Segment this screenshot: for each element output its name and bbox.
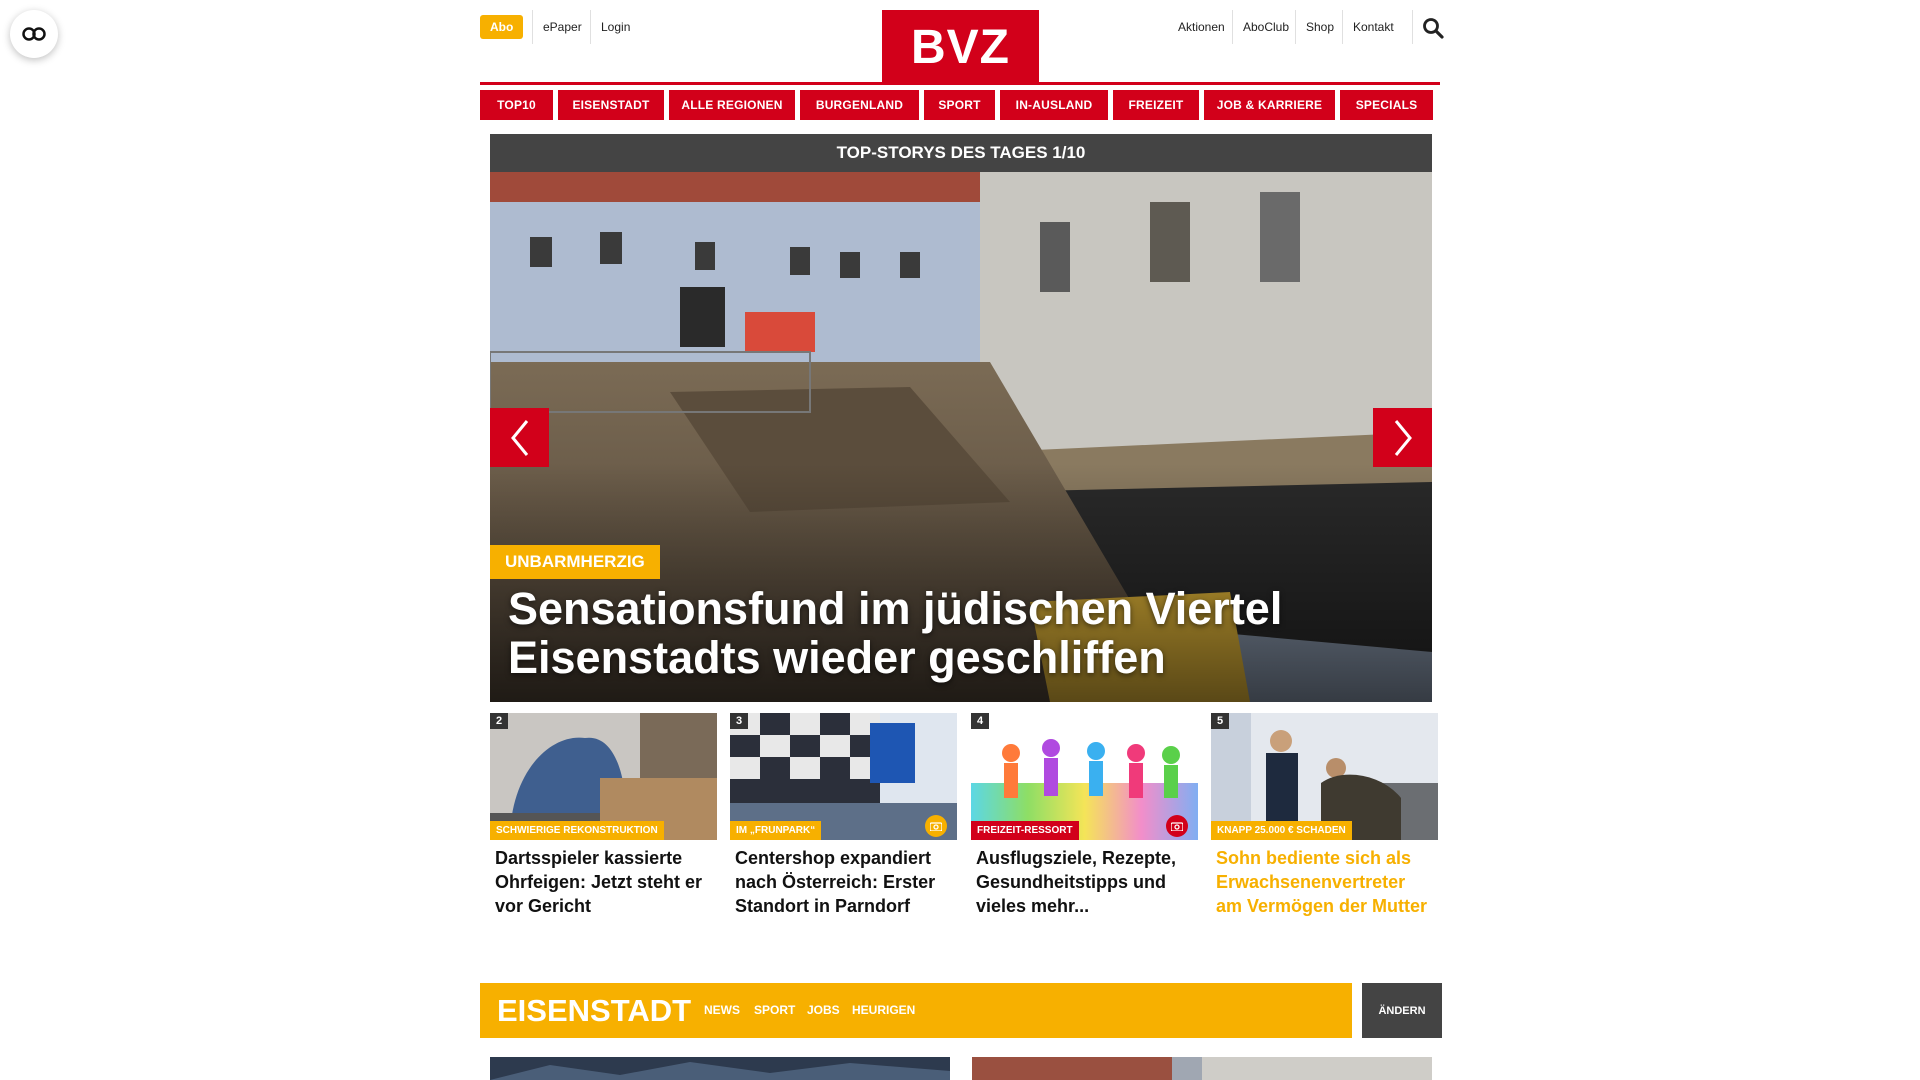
slider-next-button[interactable]	[1373, 408, 1432, 467]
nav-item-eisenstadt[interactable]: EISENSTADT	[558, 90, 664, 120]
story-card[interactable]: 5 KNAPP 25.000 € SCHADEN Sohn bediente s…	[1211, 713, 1438, 918]
change-region-button[interactable]: ÄNDERN	[1362, 983, 1442, 1038]
hero-headline-line1: Sensationsfund im jüdischen Viertel	[508, 583, 1283, 634]
chevron-left-icon	[510, 419, 528, 456]
chevron-right-icon	[1394, 419, 1412, 456]
section-bar: EISENSTADT NEWS SPORT JOBS HEURIGEN	[480, 983, 1352, 1038]
teaser-image[interactable]	[972, 1057, 1432, 1080]
slider-prev-button[interactable]	[490, 408, 549, 467]
story-cards: 2 SCHWIERIGE REKONSTRUKTION Dartsspieler…	[490, 713, 1438, 923]
story-image: 2 SCHWIERIGE REKONSTRUKTION	[490, 713, 717, 840]
nav-item-job-karriere[interactable]: JOB & KARRIERE	[1204, 90, 1335, 120]
story-tag: SCHWIERIGE REKONSTRUKTION	[490, 821, 664, 840]
section-link-heurigen[interactable]: HEURIGEN	[852, 1003, 915, 1017]
divider	[1342, 10, 1343, 44]
search-icon[interactable]	[1422, 17, 1444, 39]
hero-slider[interactable]: UNBARMHERZIG Sensationsfund im jüdischen…	[490, 172, 1432, 702]
story-card[interactable]: 2 SCHWIERIGE REKONSTRUKTION Dartsspieler…	[490, 713, 717, 918]
teaser-image[interactable]	[490, 1057, 950, 1080]
nav-item-specials[interactable]: SPECIALS	[1340, 90, 1433, 120]
story-image: 5 KNAPP 25.000 € SCHADEN	[1211, 713, 1438, 840]
divider	[590, 10, 591, 44]
accessibility-icon	[22, 27, 46, 41]
story-tag: FREIZEIT-RESSORT	[971, 821, 1079, 840]
hero-headline-line2: Eisenstadts wieder geschliffen	[508, 632, 1166, 683]
nav-item-sport[interactable]: SPORT	[924, 90, 995, 120]
nav-link-aboclub[interactable]: AboClub	[1243, 20, 1289, 34]
divider	[532, 10, 533, 44]
nav-link-kontakt[interactable]: Kontakt	[1353, 20, 1394, 34]
bvz-logo[interactable]: BVZ	[882, 10, 1039, 84]
top-bar: Abo ePaper Login BVZ Aktionen AboClub Sh…	[480, 10, 1444, 84]
camera-icon	[925, 815, 947, 837]
header-divider	[480, 82, 1440, 85]
abo-button[interactable]: Abo	[480, 15, 524, 39]
story-title[interactable]: Sohn bediente sich als Erwachsenenvertre…	[1211, 846, 1438, 918]
nav-item-burgenland[interactable]: BURGENLAND	[800, 90, 919, 120]
story-tag: IM „FRUNPARK“	[730, 821, 822, 840]
section-title[interactable]: EISENSTADT	[497, 993, 691, 1029]
epaper-link[interactable]: ePaper	[543, 20, 582, 34]
divider	[1232, 10, 1233, 44]
main-nav: TOP10 EISENSTADT ALLE REGIONEN BURGENLAN…	[480, 90, 1440, 120]
nav-link-aktionen[interactable]: Aktionen	[1178, 20, 1225, 34]
hero-tag: UNBARMHERZIG	[490, 545, 660, 579]
story-image: 3 IM „FRUNPARK“	[730, 713, 957, 840]
nav-item-top10[interactable]: TOP10	[480, 90, 553, 120]
camera-icon	[1166, 815, 1188, 837]
section-link-news[interactable]: NEWS	[704, 1003, 740, 1017]
story-title[interactable]: Centershop expandiert nach Österreich: E…	[730, 846, 957, 918]
nav-item-freizeit[interactable]: FREIZEIT	[1113, 90, 1199, 120]
section-link-sport[interactable]: SPORT	[754, 1003, 795, 1017]
nav-link-shop[interactable]: Shop	[1306, 20, 1334, 34]
story-number: 5	[1211, 713, 1230, 729]
hero-headline[interactable]: Sensationsfund im jüdischen Viertel Eise…	[508, 584, 1408, 682]
story-tag: KNAPP 25.000 € SCHADEN	[1211, 821, 1352, 840]
story-image: 4 FREIZEIT-RESSORT	[971, 713, 1198, 840]
divider	[1295, 10, 1296, 44]
story-card[interactable]: 4 FREIZEIT-RESSORT Ausflugsziele, Rezept…	[971, 713, 1198, 918]
section-link-jobs[interactable]: JOBS	[807, 1003, 840, 1017]
top-stories-heading: TOP-STORYS DES TAGES 1/10	[490, 134, 1432, 172]
story-number: 2	[490, 713, 509, 729]
story-title[interactable]: Dartsspieler kassierte Ohrfeigen: Jetzt …	[490, 846, 717, 918]
story-card[interactable]: 3 IM „FRUNPARK“ Centershop expandiert na…	[730, 713, 957, 918]
nav-item-in-ausland[interactable]: IN-AUSLAND	[1000, 90, 1108, 120]
login-link[interactable]: Login	[601, 20, 630, 34]
nav-item-alle-regionen[interactable]: ALLE REGIONEN	[669, 90, 795, 120]
story-title[interactable]: Ausflugsziele, Rezepte, Gesundheitstipps…	[971, 846, 1198, 918]
story-number: 4	[971, 713, 990, 729]
divider	[1412, 10, 1413, 44]
accessibility-button[interactable]	[10, 10, 58, 58]
story-number: 3	[730, 713, 749, 729]
